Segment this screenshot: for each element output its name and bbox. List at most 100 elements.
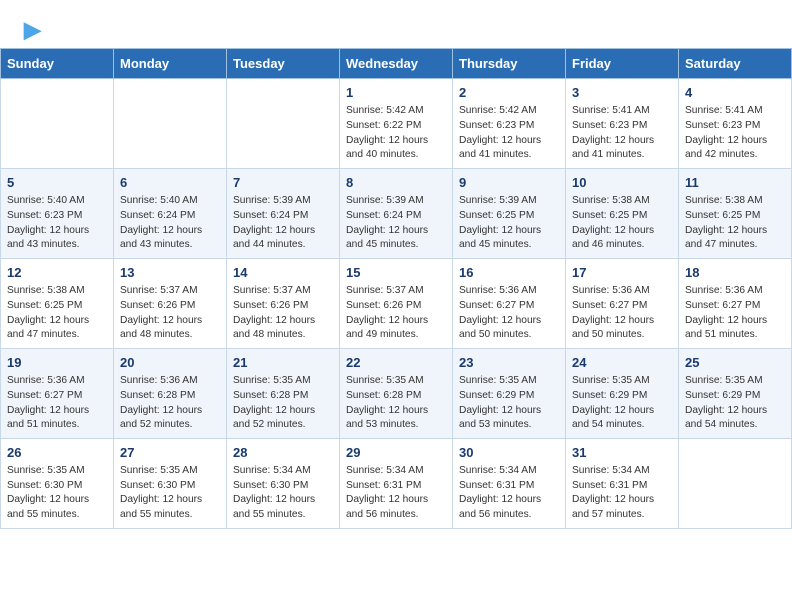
day-number: 3	[572, 84, 672, 103]
day-info: Sunrise: 5:36 AM Sunset: 6:28 PM Dayligh…	[120, 374, 220, 433]
weekday-header-row: SundayMondayTuesdayWednesdayThursdayFrid…	[1, 49, 792, 79]
day-info: Sunrise: 5:42 AM Sunset: 6:23 PM Dayligh…	[459, 104, 559, 163]
day-number: 23	[459, 354, 559, 373]
day-info: Sunrise: 5:37 AM Sunset: 6:26 PM Dayligh…	[233, 284, 333, 343]
day-number: 21	[233, 354, 333, 373]
day-number: 27	[120, 444, 220, 463]
day-cell: 25Sunrise: 5:35 AM Sunset: 6:29 PM Dayli…	[679, 349, 792, 439]
day-number: 11	[685, 174, 785, 193]
day-cell	[679, 439, 792, 529]
day-number: 16	[459, 264, 559, 283]
day-number: 10	[572, 174, 672, 193]
day-cell: 26Sunrise: 5:35 AM Sunset: 6:30 PM Dayli…	[1, 439, 114, 529]
day-number: 28	[233, 444, 333, 463]
day-info: Sunrise: 5:40 AM Sunset: 6:23 PM Dayligh…	[7, 194, 107, 253]
weekday-header-wednesday: Wednesday	[340, 49, 453, 79]
day-info: Sunrise: 5:34 AM Sunset: 6:31 PM Dayligh…	[459, 464, 559, 523]
day-info: Sunrise: 5:40 AM Sunset: 6:24 PM Dayligh…	[120, 194, 220, 253]
day-cell: 7Sunrise: 5:39 AM Sunset: 6:24 PM Daylig…	[227, 169, 340, 259]
day-info: Sunrise: 5:41 AM Sunset: 6:23 PM Dayligh…	[685, 104, 785, 163]
weekday-header-friday: Friday	[566, 49, 679, 79]
day-number: 13	[120, 264, 220, 283]
day-info: Sunrise: 5:36 AM Sunset: 6:27 PM Dayligh…	[7, 374, 107, 433]
day-number: 19	[7, 354, 107, 373]
day-info: Sunrise: 5:42 AM Sunset: 6:22 PM Dayligh…	[346, 104, 446, 163]
day-info: Sunrise: 5:36 AM Sunset: 6:27 PM Dayligh…	[572, 284, 672, 343]
header: ▶	[0, 0, 792, 48]
day-info: Sunrise: 5:34 AM Sunset: 6:31 PM Dayligh…	[346, 464, 446, 523]
day-number: 25	[685, 354, 785, 373]
day-cell: 4Sunrise: 5:41 AM Sunset: 6:23 PM Daylig…	[679, 79, 792, 169]
day-number: 2	[459, 84, 559, 103]
day-number: 7	[233, 174, 333, 193]
day-cell: 9Sunrise: 5:39 AM Sunset: 6:25 PM Daylig…	[453, 169, 566, 259]
day-cell: 15Sunrise: 5:37 AM Sunset: 6:26 PM Dayli…	[340, 259, 453, 349]
day-cell: 3Sunrise: 5:41 AM Sunset: 6:23 PM Daylig…	[566, 79, 679, 169]
day-info: Sunrise: 5:39 AM Sunset: 6:24 PM Dayligh…	[346, 194, 446, 253]
weekday-header-monday: Monday	[114, 49, 227, 79]
day-cell: 17Sunrise: 5:36 AM Sunset: 6:27 PM Dayli…	[566, 259, 679, 349]
day-number: 24	[572, 354, 672, 373]
day-cell: 18Sunrise: 5:36 AM Sunset: 6:27 PM Dayli…	[679, 259, 792, 349]
day-cell: 16Sunrise: 5:36 AM Sunset: 6:27 PM Dayli…	[453, 259, 566, 349]
day-cell: 23Sunrise: 5:35 AM Sunset: 6:29 PM Dayli…	[453, 349, 566, 439]
day-info: Sunrise: 5:41 AM Sunset: 6:23 PM Dayligh…	[572, 104, 672, 163]
day-number: 22	[346, 354, 446, 373]
day-cell: 19Sunrise: 5:36 AM Sunset: 6:27 PM Dayli…	[1, 349, 114, 439]
page: ▶ SundayMondayTuesdayWednesdayThursdayFr…	[0, 0, 792, 529]
day-cell: 6Sunrise: 5:40 AM Sunset: 6:24 PM Daylig…	[114, 169, 227, 259]
calendar: SundayMondayTuesdayWednesdayThursdayFrid…	[0, 48, 792, 529]
day-info: Sunrise: 5:34 AM Sunset: 6:31 PM Dayligh…	[572, 464, 672, 523]
day-info: Sunrise: 5:35 AM Sunset: 6:30 PM Dayligh…	[7, 464, 107, 523]
day-number: 6	[120, 174, 220, 193]
day-info: Sunrise: 5:34 AM Sunset: 6:30 PM Dayligh…	[233, 464, 333, 523]
day-number: 4	[685, 84, 785, 103]
day-cell: 10Sunrise: 5:38 AM Sunset: 6:25 PM Dayli…	[566, 169, 679, 259]
day-cell: 21Sunrise: 5:35 AM Sunset: 6:28 PM Dayli…	[227, 349, 340, 439]
day-number: 30	[459, 444, 559, 463]
day-number: 15	[346, 264, 446, 283]
day-number: 20	[120, 354, 220, 373]
day-cell: 30Sunrise: 5:34 AM Sunset: 6:31 PM Dayli…	[453, 439, 566, 529]
week-row-2: 5Sunrise: 5:40 AM Sunset: 6:23 PM Daylig…	[1, 169, 792, 259]
day-number: 18	[685, 264, 785, 283]
day-info: Sunrise: 5:37 AM Sunset: 6:26 PM Dayligh…	[120, 284, 220, 343]
day-info: Sunrise: 5:38 AM Sunset: 6:25 PM Dayligh…	[685, 194, 785, 253]
day-info: Sunrise: 5:37 AM Sunset: 6:26 PM Dayligh…	[346, 284, 446, 343]
day-cell: 1Sunrise: 5:42 AM Sunset: 6:22 PM Daylig…	[340, 79, 453, 169]
day-cell	[1, 79, 114, 169]
day-cell: 2Sunrise: 5:42 AM Sunset: 6:23 PM Daylig…	[453, 79, 566, 169]
day-info: Sunrise: 5:39 AM Sunset: 6:24 PM Dayligh…	[233, 194, 333, 253]
week-row-5: 26Sunrise: 5:35 AM Sunset: 6:30 PM Dayli…	[1, 439, 792, 529]
day-info: Sunrise: 5:35 AM Sunset: 6:29 PM Dayligh…	[459, 374, 559, 433]
day-info: Sunrise: 5:36 AM Sunset: 6:27 PM Dayligh…	[459, 284, 559, 343]
day-cell: 20Sunrise: 5:36 AM Sunset: 6:28 PM Dayli…	[114, 349, 227, 439]
day-info: Sunrise: 5:35 AM Sunset: 6:29 PM Dayligh…	[685, 374, 785, 433]
day-info: Sunrise: 5:38 AM Sunset: 6:25 PM Dayligh…	[7, 284, 107, 343]
day-cell: 11Sunrise: 5:38 AM Sunset: 6:25 PM Dayli…	[679, 169, 792, 259]
week-row-4: 19Sunrise: 5:36 AM Sunset: 6:27 PM Dayli…	[1, 349, 792, 439]
day-number: 12	[7, 264, 107, 283]
day-cell: 22Sunrise: 5:35 AM Sunset: 6:28 PM Dayli…	[340, 349, 453, 439]
day-cell	[227, 79, 340, 169]
day-cell	[114, 79, 227, 169]
day-cell: 8Sunrise: 5:39 AM Sunset: 6:24 PM Daylig…	[340, 169, 453, 259]
day-cell: 27Sunrise: 5:35 AM Sunset: 6:30 PM Dayli…	[114, 439, 227, 529]
day-info: Sunrise: 5:35 AM Sunset: 6:28 PM Dayligh…	[346, 374, 446, 433]
day-cell: 29Sunrise: 5:34 AM Sunset: 6:31 PM Dayli…	[340, 439, 453, 529]
day-number: 14	[233, 264, 333, 283]
day-info: Sunrise: 5:38 AM Sunset: 6:25 PM Dayligh…	[572, 194, 672, 253]
day-number: 9	[459, 174, 559, 193]
weekday-header-thursday: Thursday	[453, 49, 566, 79]
weekday-header-sunday: Sunday	[1, 49, 114, 79]
week-row-1: 1Sunrise: 5:42 AM Sunset: 6:22 PM Daylig…	[1, 79, 792, 169]
day-cell: 24Sunrise: 5:35 AM Sunset: 6:29 PM Dayli…	[566, 349, 679, 439]
day-number: 29	[346, 444, 446, 463]
day-number: 17	[572, 264, 672, 283]
day-info: Sunrise: 5:35 AM Sunset: 6:28 PM Dayligh…	[233, 374, 333, 433]
day-cell: 31Sunrise: 5:34 AM Sunset: 6:31 PM Dayli…	[566, 439, 679, 529]
weekday-header-saturday: Saturday	[679, 49, 792, 79]
week-row-3: 12Sunrise: 5:38 AM Sunset: 6:25 PM Dayli…	[1, 259, 792, 349]
day-info: Sunrise: 5:35 AM Sunset: 6:30 PM Dayligh…	[120, 464, 220, 523]
day-number: 8	[346, 174, 446, 193]
